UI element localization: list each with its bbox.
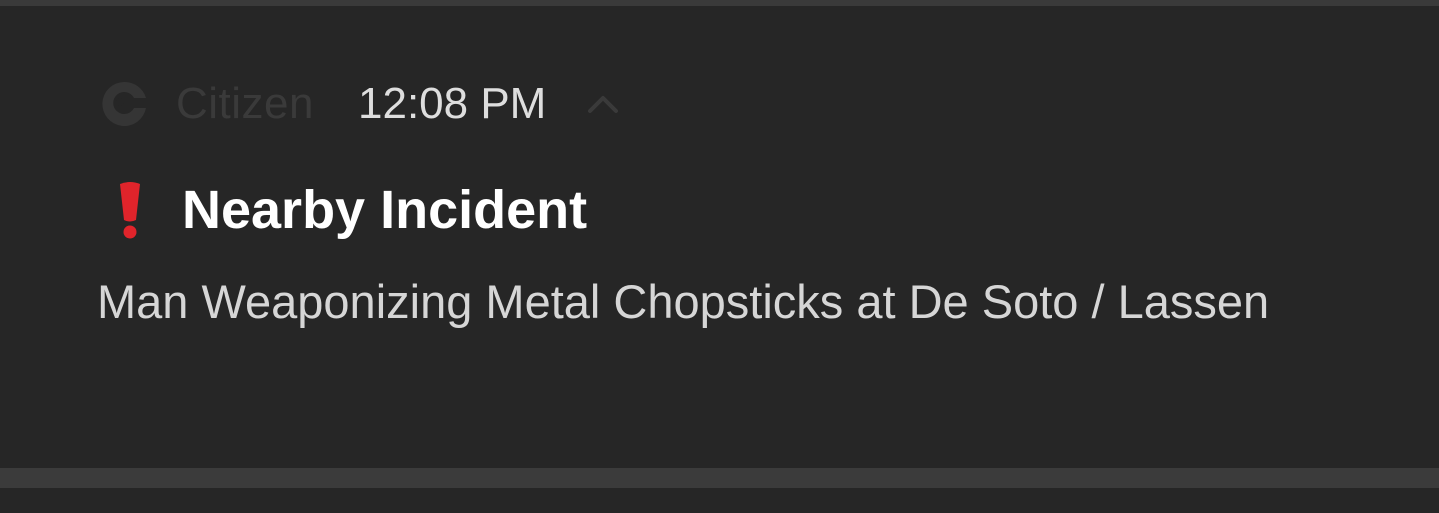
- notification-time: 12:08 PM: [358, 79, 547, 128]
- app-name: Citizen: [176, 79, 314, 128]
- notification-title: Nearby Incident: [182, 180, 588, 240]
- next-notification-area: [0, 488, 1439, 513]
- bottom-divider: [0, 468, 1439, 488]
- notification-header: Citizen 12:08 PM: [98, 74, 620, 134]
- red-exclamation-icon: [112, 180, 148, 240]
- notification-body: Man Weaponizing Metal Chopsticks at De S…: [97, 275, 1270, 328]
- notification-title-row: Nearby Incident: [112, 178, 587, 242]
- chevron-up-icon[interactable]: [586, 87, 620, 121]
- citizen-logo-icon: [98, 78, 150, 130]
